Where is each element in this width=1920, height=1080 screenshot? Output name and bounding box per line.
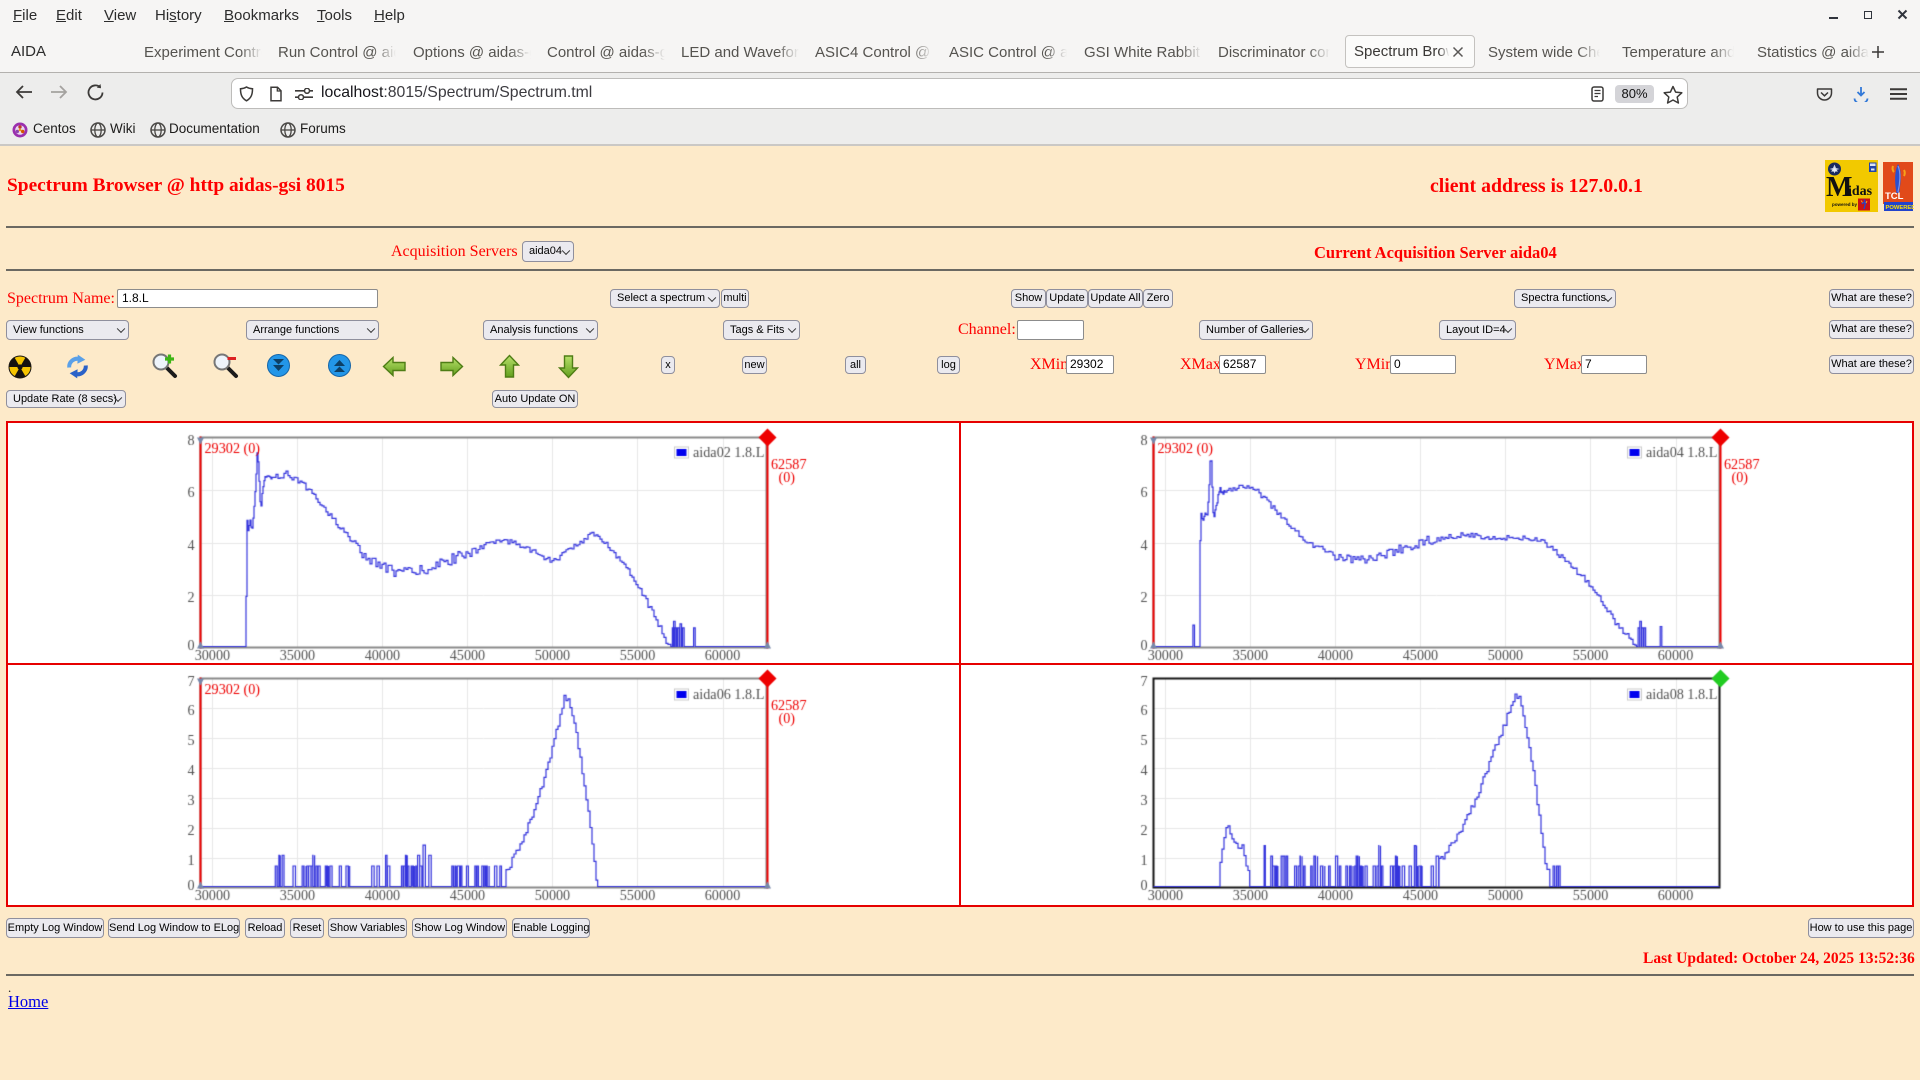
svg-text:idas: idas	[1848, 184, 1873, 199]
svg-text:TCL: TCL	[1885, 191, 1904, 202]
svg-text:powered by: powered by	[1832, 202, 1858, 207]
svg-text:POWERED: POWERED	[1886, 205, 1915, 211]
